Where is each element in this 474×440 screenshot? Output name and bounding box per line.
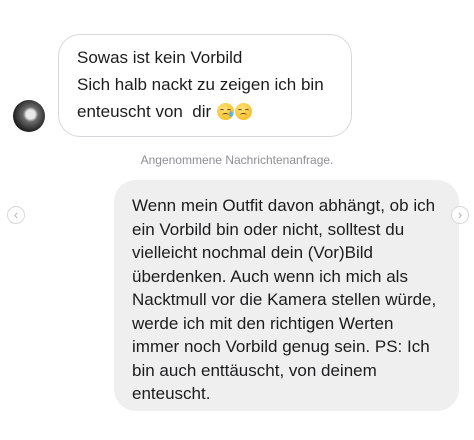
incoming-message-line: Sich halb nackt zu zeigen ich bin — [77, 75, 324, 94]
chevron-left-icon[interactable]: ‹ — [7, 206, 25, 224]
outgoing-message-line: Wenn mein Outfit davon abhängt, ob ich — [132, 196, 436, 215]
sender-avatar[interactable] — [13, 100, 45, 132]
incoming-message-bubble[interactable]: Sowas ist kein Vorbild Sich halb nackt z… — [58, 34, 352, 137]
chevron-right-icon[interactable]: › — [451, 206, 469, 224]
outgoing-message-line: immer noch Vorbild genug sein. PS: Ich — [132, 337, 430, 356]
outgoing-message-line: vielleicht nochmal dein (Vor)Bild — [132, 243, 373, 262]
incoming-message-line-text: enteuscht von dir — [77, 102, 212, 121]
outgoing-message-line: bin auch enttäuscht, von deinem — [132, 360, 377, 380]
crying-face-icon — [216, 103, 234, 120]
outgoing-message-line: überdenken. Auch wenn ich mich als — [132, 266, 408, 286]
outgoing-message-bubble[interactable]: Wenn mein Outfit davon abhängt, ob ich e… — [114, 180, 459, 411]
incoming-message-line: Sowas ist kein Vorbild — [77, 48, 243, 67]
message-request-accepted-note: Angenommene Nachrichtenanfrage. — [140, 153, 334, 167]
incoming-message-line: enteuscht von dir — [77, 98, 339, 125]
outgoing-message-line: enteuscht. — [132, 384, 211, 403]
outgoing-message-line: werde ich mit den richtigen Werten — [132, 313, 394, 333]
outgoing-message-line: Nacktmull vor die Kamera stellen würde, — [132, 290, 437, 309]
outgoing-message-line: ein Vorbild bin oder nicht, solltest du — [132, 219, 405, 239]
pensive-face-icon — [234, 103, 252, 120]
